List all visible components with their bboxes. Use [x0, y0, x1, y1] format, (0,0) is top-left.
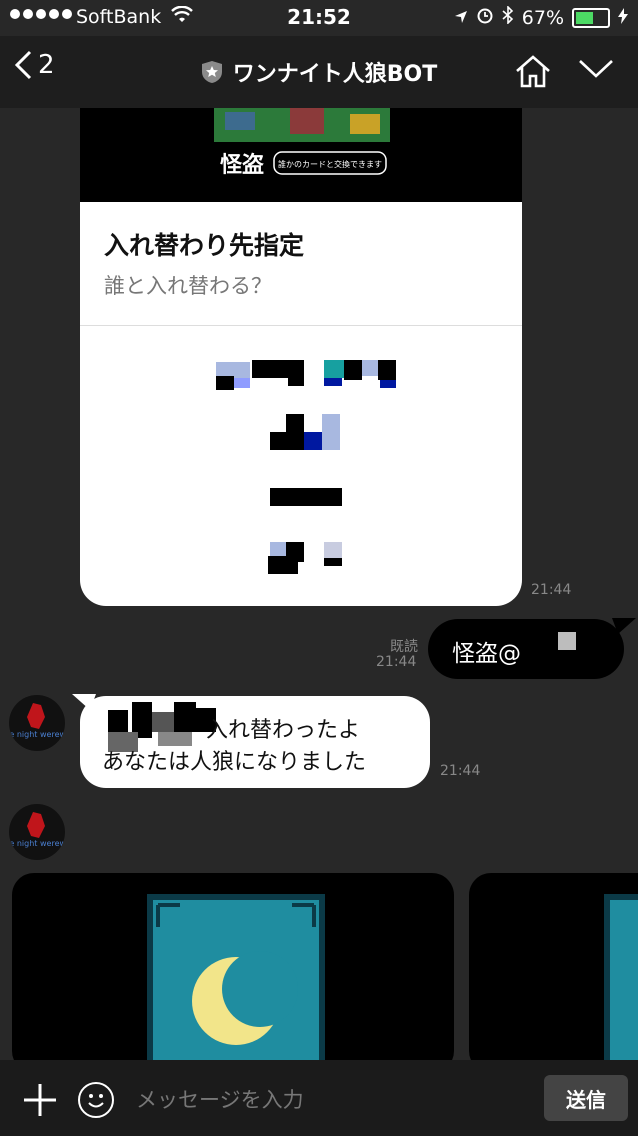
read-receipt: 既読 [390, 639, 418, 655]
option-button[interactable] [270, 488, 342, 506]
battery-icon [572, 7, 610, 28]
outgoing-timestamp: 21:44 [376, 654, 417, 670]
incoming-timestamp: 21:44 [440, 763, 481, 779]
emoji-button[interactable] [78, 1082, 114, 1118]
role-card[interactable] [469, 873, 638, 1073]
card-subheading: 誰と入れ替わる？ [104, 274, 272, 298]
card-image-caption: 怪盗 [220, 152, 264, 178]
role-card-image [604, 894, 638, 1073]
location-icon [454, 7, 468, 29]
moon-card-image [147, 894, 325, 1073]
avatar-text: One night werewolf [9, 839, 65, 848]
outgoing-text: 怪盗@ [452, 641, 521, 667]
chat-title-text: ワンナイト人狼BOT [232, 62, 438, 87]
card-image-badge: 誰かのカードと交換できます [278, 159, 382, 169]
incoming-text-line2: あなたは人狼になりました [102, 750, 367, 775]
divider [80, 325, 522, 326]
card-image: 怪盗 誰かのカードと交換できます [80, 108, 522, 202]
alarm-icon [476, 6, 494, 29]
option-button[interactable] [216, 360, 396, 390]
role-card[interactable] [12, 873, 454, 1073]
avatar-text: One night werewolf [9, 730, 65, 739]
incoming-bubble[interactable]: 入れ替わったよ あなたは人狼になりました [80, 696, 430, 788]
chat-header: 2 ワンナイト人狼BOT [0, 36, 638, 108]
smiley-icon [88, 1094, 104, 1108]
avatar[interactable]: One night werewolf [9, 804, 65, 860]
carousel-message-card[interactable]: 怪盗 誰かのカードと交換できます 入れ替わり先指定 誰と入れ替わる？ [80, 108, 522, 606]
option-button[interactable] [270, 414, 342, 452]
official-badge-icon [201, 61, 222, 83]
avatar[interactable]: One night werewolf [9, 695, 65, 751]
bubble-tail [612, 618, 636, 634]
option-button[interactable] [268, 542, 348, 576]
outgoing-bubble[interactable]: 怪盗@ [428, 619, 624, 679]
chevron-down-icon [579, 60, 613, 78]
send-button[interactable]: 送信 [544, 1075, 628, 1121]
card-heading: 入れ替わり先指定 [104, 231, 305, 260]
card-timestamp: 21:44 [531, 582, 572, 598]
message-input[interactable]: メッセージを入力 [136, 1084, 304, 1114]
home-button[interactable] [514, 54, 552, 92]
charging-icon [618, 7, 628, 29]
add-button[interactable] [22, 1082, 58, 1122]
plus-icon [24, 1084, 56, 1116]
status-bar: SoftBank 21:52 67% [0, 0, 638, 36]
incoming-text-line1: 入れ替わったよ [206, 718, 361, 743]
bluetooth-icon [502, 5, 514, 29]
home-icon [516, 55, 550, 88]
menu-toggle-button[interactable] [578, 58, 614, 84]
battery-percent: 67% [521, 6, 564, 29]
redacted-block [558, 632, 576, 650]
input-bar: メッセージを入力 送信 [0, 1060, 638, 1136]
